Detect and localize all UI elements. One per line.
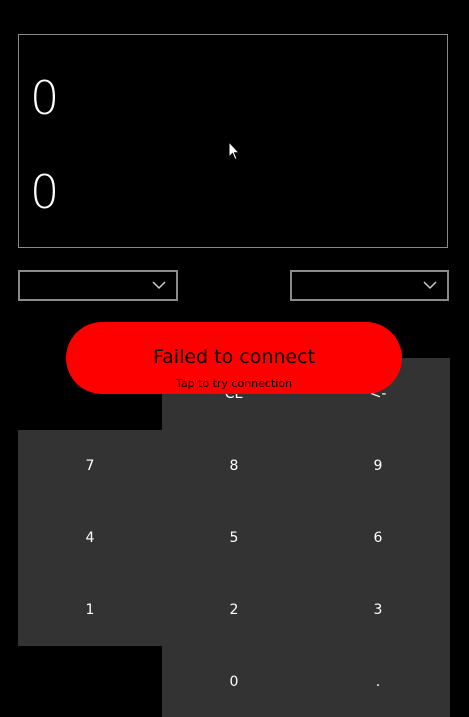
toast-title: Failed to connect [152,346,316,368]
digit-5-button[interactable]: 5 [162,502,306,574]
mouse-pointer-icon [228,141,240,161]
digit-7-button[interactable]: 7 [18,430,162,502]
digit-9-button[interactable]: 9 [306,430,450,502]
decimal-point-button[interactable]: . [306,646,450,717]
digit-6-button[interactable]: 6 [306,502,450,574]
digit-3-button[interactable]: 3 [306,574,450,646]
digit-2-button[interactable]: 2 [162,574,306,646]
digit-0-button[interactable]: 0 [162,646,306,717]
converter-app: 0 0 CE <- 7 8 9 4 5 6 1 2 3 0 . Failed t… [0,0,469,717]
digit-8-button[interactable]: 8 [162,430,306,502]
connection-error-toast[interactable]: Failed to connect Tap to try connection [66,322,402,394]
toast-subtitle: Tap to try connection [175,377,293,390]
digit-1-button[interactable]: 1 [18,574,162,646]
digit-4-button[interactable]: 4 [18,502,162,574]
